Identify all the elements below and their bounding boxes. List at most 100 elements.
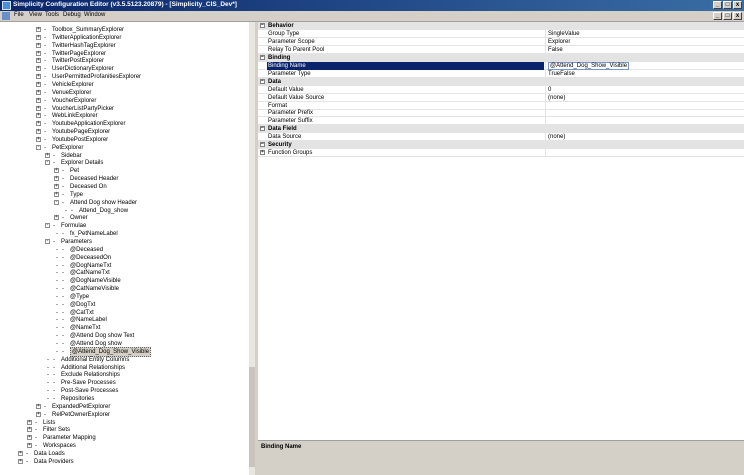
property-category[interactable]: − Binding [258,53,744,62]
collapse-icon[interactable]: - [45,160,50,166]
property-value[interactable]: (none) [548,94,565,102]
column-divider[interactable] [545,117,546,126]
expand-icon[interactable]: + [36,58,41,64]
tree-item[interactable]: + Deceased Header [0,175,248,183]
tree-item[interactable]: + Data Loads [0,450,248,458]
expand-icon[interactable]: + [36,27,41,32]
collapse-icon[interactable]: − [260,126,265,132]
tree-item[interactable]: + TwitterPageExplorer [0,50,248,58]
tree-item[interactable]: @NameLabel [0,316,248,324]
tree-item[interactable]: - PetExplorer [0,144,248,152]
tree-item[interactable]: @DogNameVisible [0,277,248,285]
tree-item[interactable]: + YoutubePostExplorer [0,136,248,144]
column-divider[interactable] [545,61,546,70]
expand-icon[interactable]: + [36,121,41,127]
property-row[interactable]: Binding Name @Attend_Dog_Show_Visible [258,61,744,70]
property-row[interactable]: Group Type SingleValue [258,29,744,38]
collapse-icon[interactable]: − [260,23,265,28]
tree-item[interactable]: + TwitterApplicationExplorer [0,34,248,42]
tree-item[interactable]: @Deceased [0,246,248,254]
expand-icon[interactable]: + [54,215,59,221]
property-row[interactable]: Parameter Prefix [258,109,744,118]
tree-item[interactable]: @NameTxt [0,324,248,332]
tree-item[interactable]: + VoucherExplorer [0,97,248,105]
tree-item[interactable]: Repositories [0,395,248,403]
property-row[interactable]: Parameter Type TrueFalse [258,69,744,78]
tree-item[interactable]: + TwitterHashTagExplorer [0,42,248,50]
tree-item[interactable]: + Toolbox_SummaryExplorer [0,26,248,34]
column-divider[interactable] [545,93,546,102]
tree-item[interactable]: + YoutubeApplicationExplorer [0,120,248,128]
tree-item[interactable]: + Sidebar [0,152,248,160]
property-grid[interactable]: − Behavior Group Type SingleValue Parameter … [258,22,744,440]
tree-item[interactable]: + YoutubePageExplorer [0,128,248,136]
tree-item[interactable]: @CatTxt [0,309,248,317]
tree-item[interactable]: Attend_Dog_show [0,207,248,215]
expand-icon[interactable]: + [36,411,41,417]
column-divider[interactable] [545,69,546,78]
tree-item[interactable]: + Pet [0,167,248,175]
property-value[interactable]: False [548,46,563,54]
tree-item[interactable]: + Data Providers [0,458,248,466]
menu-file[interactable]: File [14,12,24,18]
expand-icon[interactable]: + [18,450,23,456]
tree-item[interactable]: - Explorer Details [0,159,248,167]
expand-icon[interactable]: + [54,191,59,197]
property-value[interactable]: @Attend_Dog_Show_Visible [548,61,630,70]
property-value[interactable]: SingleValue [548,30,580,38]
expand-icon[interactable]: + [36,97,41,103]
collapse-icon[interactable]: − [260,78,265,84]
tree-item[interactable]: fx_PetNameLabel [0,230,248,238]
collapse-icon[interactable]: - [45,223,50,229]
doc-close-button[interactable]: x [733,12,742,20]
tree-item[interactable]: + VenueExplorer [0,89,248,97]
menu-view[interactable]: View [29,12,42,18]
expand-icon[interactable]: + [27,443,32,449]
expand-icon[interactable]: + [18,458,23,464]
tree-item[interactable]: + UserDictionaryExplorer [0,65,248,73]
tree-item[interactable]: + ExpandedPetExplorer [0,403,248,411]
column-divider[interactable] [545,133,546,142]
column-divider[interactable] [545,149,546,158]
tree-item[interactable]: @DogNameTxt [0,262,248,270]
property-category[interactable]: − Data Field [258,125,744,134]
tree-item[interactable]: @CatNameVisible [0,285,248,293]
expand-icon[interactable]: + [36,81,41,87]
tree-item[interactable]: Additional Relationships [0,364,248,372]
doc-restore-button[interactable]: □ [723,12,732,20]
tree-item[interactable]: @Attend Dog show Text [0,332,248,340]
close-button[interactable]: x [733,1,742,9]
column-divider[interactable] [545,85,546,94]
tree-item[interactable]: + Lists [0,419,248,427]
column-divider[interactable] [545,37,546,46]
tree-item[interactable]: @DeceasedOn [0,254,248,262]
property-row[interactable]: Relay To Parent Pool False [258,45,744,54]
maximize-button[interactable]: □ [723,1,732,9]
property-row[interactable]: + Function Groups [258,149,744,158]
tree-item[interactable]: + Filter Sets [0,426,248,434]
expand-icon[interactable]: + [36,89,41,95]
property-category[interactable]: − Security [258,141,744,150]
property-value[interactable]: (none) [548,133,565,141]
expand-icon[interactable]: + [36,66,41,72]
property-category[interactable]: − Data [258,77,744,86]
doc-minimize-button[interactable]: _ [713,12,722,20]
expand-icon[interactable]: + [36,136,41,142]
property-value[interactable]: TrueFalse [548,70,575,78]
menu-debug[interactable]: Debug [63,12,81,18]
tree-item[interactable]: Additional Entity Columns [0,356,248,364]
column-divider[interactable] [545,101,546,110]
collapse-icon[interactable]: - [54,199,59,205]
tree-item[interactable]: + Parameter Mapping [0,434,248,442]
tree-item[interactable]: @CatNameTxt [0,269,248,277]
expand-icon[interactable]: + [36,42,41,48]
expand-icon[interactable]: + [36,50,41,56]
collapse-icon[interactable]: − [260,54,265,60]
expand-icon[interactable]: + [45,152,50,158]
tree-item[interactable]: + UserPermittedProfanitiesExplorer [0,73,248,81]
tree-item[interactable]: + Owner [0,214,248,222]
column-divider[interactable] [545,29,546,38]
property-row[interactable]: Data Source (none) [258,133,744,142]
expand-icon[interactable]: + [36,34,41,40]
tree-item[interactable]: @Type [0,293,248,301]
